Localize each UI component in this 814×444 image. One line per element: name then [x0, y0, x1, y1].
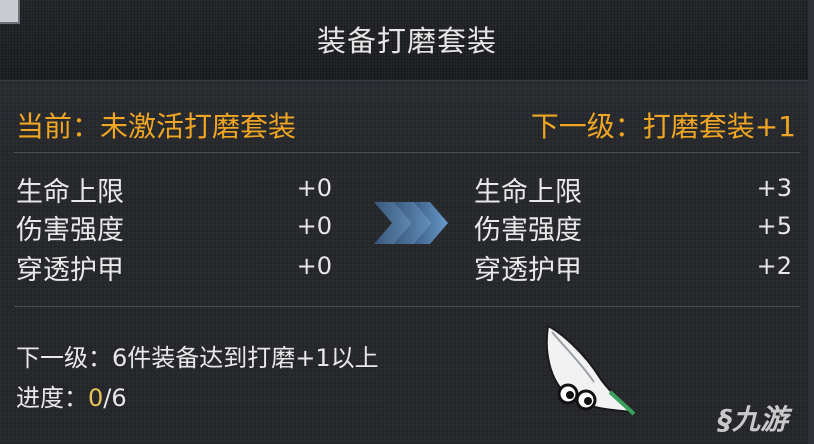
current-stat-name: 生命上限: [16, 177, 124, 208]
window-corner-button[interactable]: [0, 0, 20, 24]
progress-current: 0: [88, 384, 104, 412]
divider-top: [14, 152, 800, 153]
upgrade-arrow-icon: [374, 202, 448, 244]
brand-swirl-icon: §: [718, 403, 732, 436]
current-stat-name: 伤害强度: [16, 215, 124, 246]
next-stat-name: 生命上限: [474, 177, 582, 208]
panel-right-border: [808, 0, 814, 444]
title-bar: 装备打磨套装: [0, 0, 814, 81]
next-level-header: 下一级：打磨套装+1: [530, 110, 796, 143]
next-level-requirement: 下一级：6件装备达到打磨+1以上: [16, 344, 379, 372]
next-stat-name: 伤害强度: [474, 215, 582, 246]
current-set-header: 当前：未激活打磨套装: [16, 110, 297, 143]
current-stat-value: +0: [296, 174, 332, 202]
equipment-polish-set-panel: 装备打磨套装 当前：未激活打磨套装 下一级：打磨套装+1 生命上限 +0 伤害强…: [0, 0, 814, 444]
current-stat-name: 穿透护甲: [16, 255, 124, 286]
panel-title: 装备打磨套装: [316, 24, 497, 58]
progress-row: 进度：0/6: [16, 378, 127, 413]
progress-total: 6: [111, 384, 127, 412]
progress-label: 进度：: [16, 384, 88, 412]
next-stat-value: +2: [756, 252, 792, 280]
divider-bottom: [14, 306, 800, 307]
watermark-brand: §九游: [718, 403, 789, 436]
current-stat-value: +0: [296, 212, 332, 240]
pea-pod-mascot-icon: [545, 324, 636, 416]
next-stat-value: +3: [756, 174, 792, 202]
current-stat-value: +0: [296, 252, 332, 280]
next-stat-value: +5: [756, 212, 792, 240]
next-stat-name: 穿透护甲: [474, 255, 582, 286]
